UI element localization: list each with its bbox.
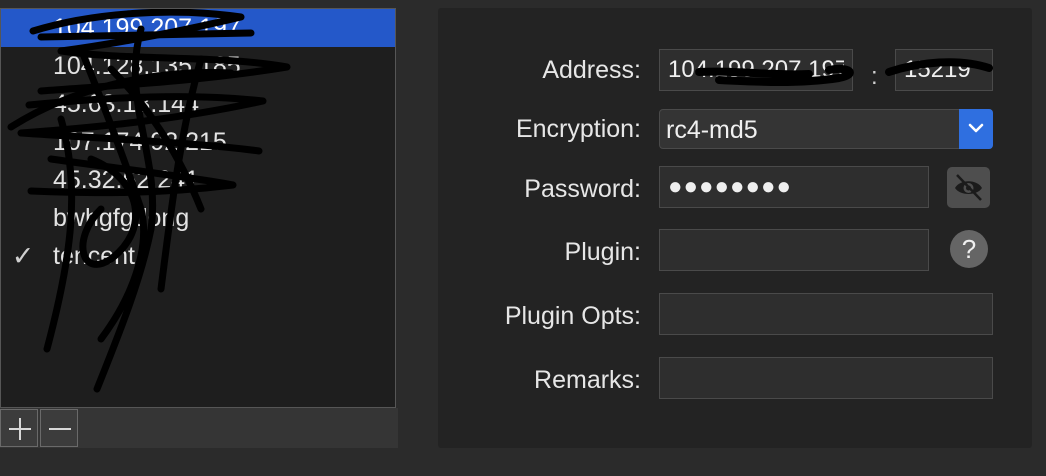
plugin-opts-input[interactable] bbox=[659, 293, 993, 335]
server-list-item[interactable]: 107.174.92.215 bbox=[1, 123, 395, 161]
chevron-down-icon bbox=[968, 123, 984, 133]
address-redaction bbox=[695, 58, 993, 86]
plus-icon bbox=[9, 418, 31, 440]
dropdown-arrow bbox=[959, 109, 993, 149]
plugin-opts-label: Plugin Opts: bbox=[504, 302, 641, 330]
remove-server-button[interactable] bbox=[40, 409, 78, 447]
server-list-item-label: bwhgfgdong bbox=[53, 204, 190, 232]
encryption-value: rc4-md5 bbox=[666, 116, 758, 144]
server-list: 104.199.207.197 104.128.135.185 45.63.18.1… bbox=[0, 8, 396, 408]
server-list-item-label: 104.128.135.185 bbox=[53, 52, 241, 80]
server-config-form: Address: : Encryption: rc4-md5 Password:… bbox=[438, 8, 1032, 448]
remarks-label: Remarks: bbox=[534, 366, 641, 394]
minus-icon bbox=[49, 428, 71, 430]
toggle-password-visibility-button[interactable] bbox=[947, 167, 990, 208]
server-list-item-label: 45.32.62.241 bbox=[53, 166, 199, 194]
server-list-item-label: tencent bbox=[53, 242, 136, 270]
server-list-item[interactable]: 45.63.18.144 bbox=[1, 85, 395, 123]
plugin-input[interactable] bbox=[659, 229, 929, 271]
encryption-label: Encryption: bbox=[515, 115, 641, 143]
plugin-label: Plugin: bbox=[564, 238, 641, 266]
server-list-item-label: 107.174.92.215 bbox=[53, 128, 227, 156]
server-list-item[interactable]: 104.128.135.185 bbox=[1, 47, 395, 85]
checkmark-icon: ✓ bbox=[11, 241, 35, 271]
help-button[interactable]: ? bbox=[950, 230, 988, 268]
server-list-item[interactable]: ✓ tencent bbox=[1, 237, 395, 275]
server-list-item-label: 104.199.207.197 bbox=[53, 14, 241, 42]
encryption-select[interactable]: rc4-md5 bbox=[659, 109, 993, 149]
server-list-item[interactable]: bwhgfgdong bbox=[1, 199, 395, 237]
server-list-item[interactable]: 104.199.207.197 bbox=[1, 9, 395, 47]
server-list-item-label: 45.63.18.144 bbox=[53, 90, 199, 118]
add-server-button[interactable] bbox=[0, 409, 38, 447]
password-label: Password: bbox=[524, 175, 641, 203]
password-field[interactable] bbox=[659, 166, 929, 208]
address-label: Address: bbox=[542, 56, 641, 84]
remarks-input[interactable] bbox=[659, 357, 993, 399]
server-list-item[interactable]: 45.32.62.241 bbox=[1, 161, 395, 199]
eye-slash-icon bbox=[955, 174, 982, 201]
list-footer bbox=[0, 408, 398, 448]
